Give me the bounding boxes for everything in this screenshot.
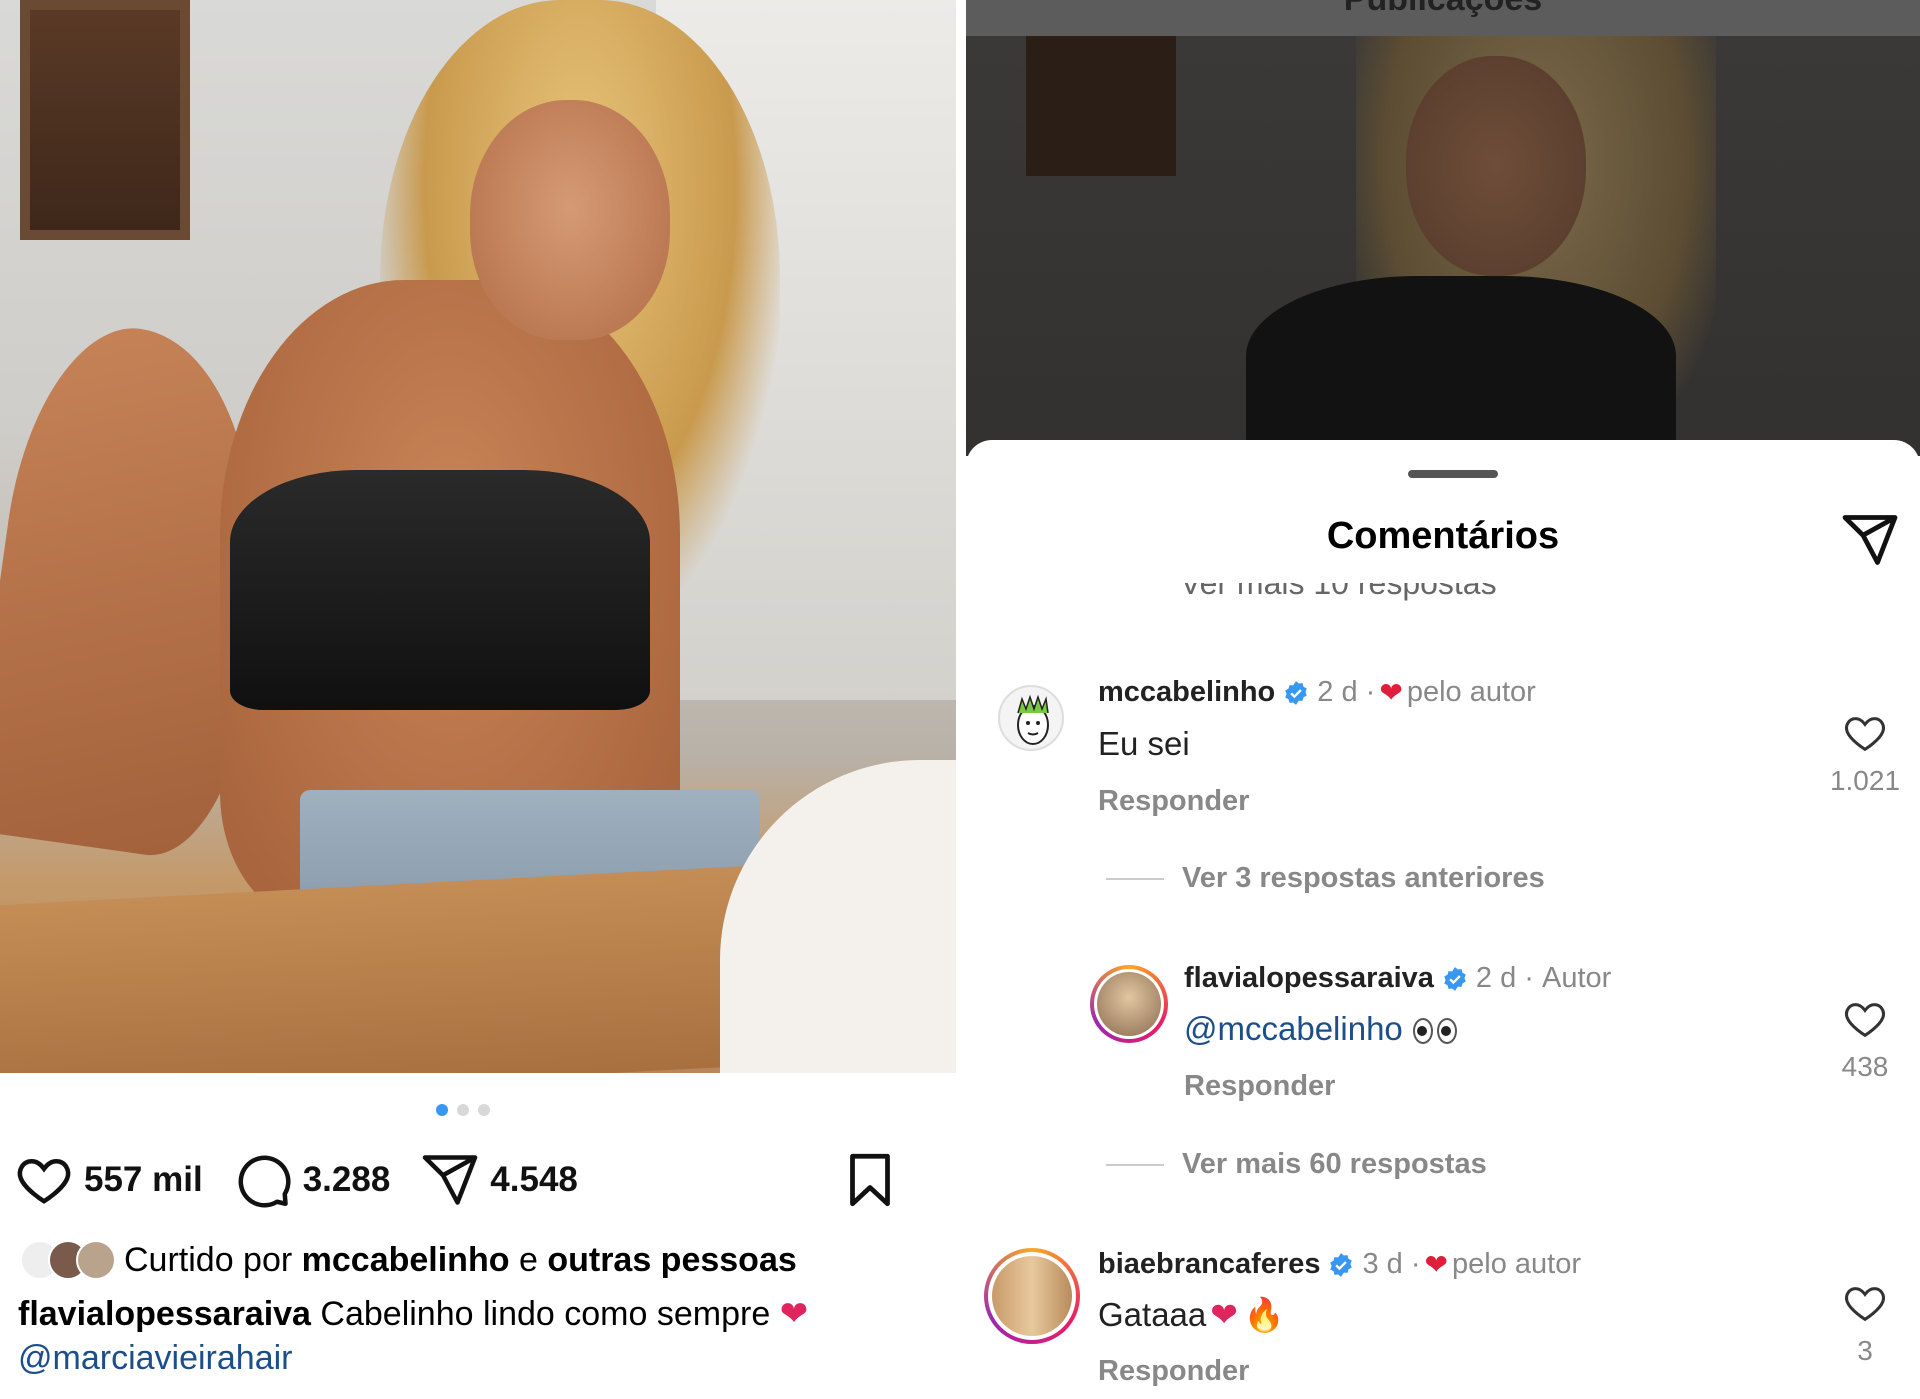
comment-username[interactable]: mccabelinho [1098, 676, 1275, 709]
red-heart-icon: ❤ [1424, 1249, 1448, 1280]
post-caption: flavialopessaraiva Cabelinho lindo como … [18, 1292, 808, 1380]
comment-like-count: 3 [1857, 1335, 1873, 1366]
like-count: 557 mil [84, 1160, 203, 1199]
comment-mention[interactable]: @mccabelinho [1184, 1010, 1403, 1047]
send-icon[interactable] [1840, 510, 1900, 570]
fire-emoji-icon: 🔥 [1243, 1296, 1285, 1333]
heart-icon [1845, 1287, 1885, 1322]
view-previous-replies-label: Ver 3 respostas anteriores [1182, 862, 1545, 894]
comment-time: 2 d [1475, 962, 1517, 994]
comment-text: Eu sei [1098, 725, 1190, 762]
dimmed-post-photo [966, 36, 1920, 456]
comment-header: biaebrancaferes 3 d · ❤ pelo autor [1098, 1248, 1581, 1281]
heart-emoji-icon: ❤ [779, 1295, 809, 1333]
liked-by-author-badge: pelo autor [1406, 676, 1536, 708]
liked-by-others[interactable]: outras pessoas [547, 1241, 796, 1280]
avatar[interactable] [984, 1248, 1080, 1344]
caption-mention[interactable]: @marciavieirahair [18, 1336, 808, 1380]
carousel-indicator [436, 1104, 490, 1116]
carousel-dot [478, 1104, 490, 1116]
verified-icon [1444, 966, 1466, 991]
cartoon-avatar-icon [1017, 694, 1049, 745]
comment-icon [238, 1155, 291, 1208]
carousel-dot-active [436, 1104, 448, 1116]
view-more-replies[interactable]: Ver mais 60 respostas [1106, 1148, 1487, 1181]
comment-like-count: 438 [1841, 1051, 1889, 1082]
photo-face [470, 100, 670, 340]
carousel-dot [457, 1104, 469, 1116]
verified-icon [1285, 680, 1308, 705]
photo-background-window [1026, 36, 1176, 176]
avatar[interactable] [998, 685, 1064, 751]
view-previous-replies[interactable]: Ver 3 respostas anteriores [1106, 862, 1545, 895]
caption-text: Cabelinho lindo como sempre [320, 1295, 771, 1333]
comment-header: mccabelinho 2 d · ❤ pelo autor [1098, 676, 1536, 709]
comment-time: 3 d [1362, 1248, 1403, 1280]
comment-like-count: 1.021 [1829, 765, 1901, 796]
comment-text: @mccabelinho [1184, 1010, 1457, 1048]
divider-line [1106, 1163, 1164, 1166]
verified-icon [1330, 1252, 1353, 1277]
photo-black-top [230, 470, 650, 710]
reply-button[interactable]: Responder [1184, 1070, 1335, 1103]
top-bar-title: Publicações [1344, 0, 1542, 18]
comment-header: flavialopessaraiva 2 d · Autor [1184, 962, 1611, 995]
avatar[interactable] [1090, 965, 1168, 1043]
comment-time: 2 d [1317, 676, 1358, 708]
bookmark-icon [850, 1153, 890, 1207]
liked-by-avatars [20, 1240, 116, 1280]
photo-black-top [1246, 276, 1676, 456]
avatar [76, 1240, 116, 1280]
comment-like[interactable]: 3 [1820, 1280, 1910, 1367]
reply-button[interactable]: Responder [1098, 785, 1249, 818]
comment-count: 3.288 [302, 1160, 391, 1199]
meta-separator: · [1365, 676, 1376, 708]
sheet-title: Comentários [1326, 515, 1560, 557]
post-action-bar: 557 mil 3.288 4.548 [14, 1150, 930, 1210]
author-badge: Autor [1542, 962, 1612, 994]
heart-icon [17, 1158, 71, 1204]
save-button[interactable] [840, 1150, 900, 1210]
comment-like[interactable]: 1.021 [1820, 710, 1910, 797]
comment-username[interactable]: flavialopessaraiva [1184, 962, 1434, 995]
comment-username[interactable]: biaebrancaferes [1098, 1248, 1320, 1281]
divider-line [1106, 877, 1164, 880]
liked-by-prefix: Curtido por [124, 1240, 293, 1279]
share-icon [423, 1155, 478, 1205]
reply-button[interactable]: Responder [1098, 1355, 1249, 1388]
like-button[interactable]: 557 mil [14, 1150, 203, 1210]
heart-icon [1845, 717, 1885, 752]
share-count: 4.548 [490, 1160, 578, 1199]
comments-sheet: Comentários Ver mais 10 respostas mccabe… [966, 440, 1920, 1399]
comment-like[interactable]: 438 [1820, 996, 1910, 1083]
share-button[interactable]: 4.548 [420, 1150, 578, 1210]
meta-separator: · [1410, 1248, 1421, 1280]
photo-background-window [20, 0, 190, 240]
left-post-panel: 557 mil 3.288 4.548 Curtido por mccabeli… [0, 0, 956, 1399]
red-heart-icon: ❤ [1379, 677, 1403, 708]
top-bar: Publicações [966, 0, 1920, 36]
liked-by-author-badge: pelo autor [1452, 1248, 1581, 1280]
liked-by-row[interactable]: Curtido por mccabelinho e outras pessoas [20, 1240, 797, 1280]
right-comments-panel: Publicações Comentários Ver mais 10 resp… [966, 0, 1920, 1399]
photo-face [1406, 56, 1586, 276]
caption-username[interactable]: flavialopessaraiva [18, 1295, 311, 1333]
view-more-replies-label: Ver mais 60 respostas [1182, 1148, 1487, 1180]
comment-text: Gataaa ❤ 🔥 [1098, 1295, 1285, 1335]
comment-button[interactable]: 3.288 [233, 1150, 391, 1210]
meta-separator: · [1524, 962, 1534, 994]
view-more-replies-cut[interactable]: Ver mais 10 respostas [1180, 583, 1497, 605]
liked-by-user[interactable]: mccabelinho [302, 1241, 510, 1280]
comment-text-content: Gataaa [1098, 1296, 1207, 1333]
liked-by-connector: e [518, 1240, 538, 1279]
eyes-emoji-icon [1412, 1018, 1457, 1045]
heart-icon [1845, 1003, 1885, 1038]
post-photo[interactable] [0, 0, 956, 1073]
heart-emoji-icon: ❤ [1210, 1296, 1238, 1333]
sheet-drag-handle[interactable] [1408, 470, 1498, 478]
